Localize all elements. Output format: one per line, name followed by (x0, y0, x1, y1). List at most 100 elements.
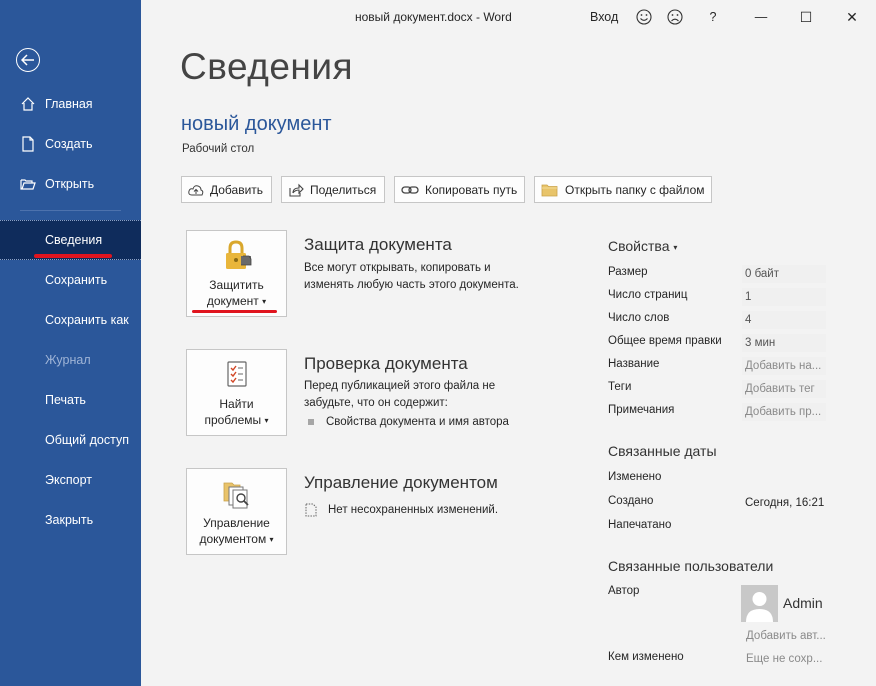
manage-document-icon (223, 482, 249, 509)
nav-close-label: Закрыть (45, 513, 94, 527)
share-icon (289, 183, 304, 197)
author-label: Автор (608, 585, 640, 597)
nav-print-label: Печать (45, 393, 86, 407)
properties-dropdown[interactable]: Свойства ▾ (608, 238, 677, 254)
nav-save-as[interactable]: Сохранить как (0, 300, 141, 340)
upload-button[interactable]: Добавить (181, 176, 272, 203)
manage-label-line2: документом (199, 532, 267, 546)
nav-new[interactable]: Создать (0, 124, 141, 164)
nav-print[interactable]: Печать (0, 380, 141, 420)
date-value-created: Сегодня, 16:21 (745, 497, 825, 509)
protect-desc-line2: изменять любую часть этого документа. (304, 278, 519, 291)
nav-history[interactable]: Журнал (0, 340, 141, 380)
date-label-created: Создано (608, 495, 654, 507)
add-author-input[interactable]: Добавить авт... (743, 627, 827, 645)
nav-save-label: Сохранить (45, 273, 108, 287)
back-arrow-icon[interactable] (16, 48, 40, 72)
document-dotted-icon (305, 503, 317, 517)
prop-comments-input[interactable]: Добавить пр... (742, 403, 826, 421)
link-icon (401, 185, 419, 194)
prop-label-title: Название (608, 358, 660, 370)
window-title: новый документ.docx - Word (355, 10, 512, 24)
nav-close[interactable]: Закрыть (0, 500, 141, 540)
nav-history-label: Журнал (45, 353, 91, 367)
protect-title: Защита документа (304, 235, 452, 254)
prop-label-words: Число слов (608, 312, 670, 324)
manage-title: Управление документом (304, 473, 498, 492)
bullet-square-icon (308, 418, 314, 425)
protect-label-line2: документ (206, 294, 259, 308)
document-path: Рабочий стол (182, 143, 255, 155)
share-label: Поделиться (310, 182, 377, 197)
signin-link[interactable]: Вход (590, 6, 618, 28)
folder-icon (541, 184, 558, 196)
dropdown-caret-icon: ▾ (673, 242, 678, 252)
date-label-modified: Изменено (608, 471, 662, 483)
inspect-bullet: Свойства документа и имя автора (308, 414, 509, 431)
lock-icon (225, 240, 251, 269)
nav-save-as-label: Сохранить как (45, 313, 129, 327)
nav-export-label: Экспорт (45, 473, 92, 487)
inspect-description: Перед публикацией этого файла не забудьт… (304, 378, 495, 411)
nav-open[interactable]: Открыть (0, 164, 141, 204)
upload-label: Добавить (210, 182, 264, 197)
check-issues-button[interactable]: Найти проблемы ▾ (186, 349, 287, 436)
prop-label-pages: Число страниц (608, 289, 688, 301)
help-button[interactable]: ? (706, 6, 720, 28)
new-document-icon (22, 136, 34, 152)
modified-by-label: Кем изменено (608, 651, 684, 663)
protect-desc-line1: Все могут открывать, копировать и (304, 262, 491, 274)
frown-icon[interactable] (665, 6, 685, 28)
cloud-upload-icon (188, 184, 204, 195)
page-title: Сведения (180, 46, 354, 87)
nav-open-label: Открыть (45, 177, 95, 191)
smile-icon[interactable] (634, 6, 654, 28)
check-issues-label-line1: Найти (219, 397, 254, 411)
nav-new-label: Создать (45, 137, 93, 151)
prop-title-input[interactable]: Добавить на... (742, 357, 826, 375)
nav-separator (20, 210, 121, 211)
backstage-sidebar: Главная Создать Открыть Сведения Сохрани… (0, 0, 141, 686)
nav-share[interactable]: Общий доступ (0, 420, 141, 460)
nav-save[interactable]: Сохранить (0, 260, 141, 300)
inspect-desc-line1: Перед публикацией этого файла не (304, 380, 496, 392)
manage-note: Нет несохраненных изменений. (304, 502, 498, 519)
manage-document-button[interactable]: Управление документом ▾ (186, 468, 287, 555)
prop-label-comments: Примечания (608, 404, 675, 416)
inspect-document-icon (226, 361, 247, 387)
inspect-desc-line2: забудьте, что он содержит: (304, 396, 448, 409)
avatar (741, 585, 778, 622)
open-folder-label: Открыть папку с файлом (565, 182, 705, 197)
modified-by-value: Еще не сохр... (746, 653, 823, 665)
manage-document-label: Управление документом ▾ (199, 515, 273, 548)
inspect-bullet-text: Свойства документа и имя автора (326, 416, 509, 428)
protect-label-line1: Защитить (209, 278, 264, 292)
nav-export[interactable]: Экспорт (0, 460, 141, 500)
manage-note-text: Нет несохраненных изменений. (328, 504, 499, 516)
user-silhouette-icon (746, 592, 773, 622)
prop-value-size: 0 байт (742, 265, 826, 283)
prop-label-edit-time: Общее время правки (608, 335, 722, 347)
share-button[interactable]: Поделиться (281, 176, 385, 203)
protect-document-button[interactable]: Защитить документ ▾ (186, 230, 287, 317)
nav-info-label: Сведения (45, 233, 103, 247)
prop-label-tags: Теги (608, 381, 632, 393)
close-button[interactable]: ✕ (844, 6, 860, 28)
home-icon (21, 97, 35, 111)
author-name[interactable]: Admin (783, 595, 823, 611)
check-issues-label-line2: проблемы (204, 413, 262, 427)
dropdown-caret-icon: ▾ (264, 415, 269, 425)
copy-path-button[interactable]: Копировать путь (394, 176, 525, 203)
nav-home[interactable]: Главная (0, 84, 141, 124)
nav-share-label: Общий доступ (45, 433, 129, 447)
maximize-button[interactable]: ☐ (798, 6, 814, 28)
prop-tags-input[interactable]: Добавить тег (742, 380, 826, 398)
annotation-underline-protect (192, 310, 277, 313)
open-folder-button[interactable]: Открыть папку с файлом (534, 176, 712, 203)
dropdown-caret-icon: ▾ (269, 534, 274, 544)
related-people-heading: Связанные пользователи (608, 558, 774, 574)
prop-label-size: Размер (608, 266, 648, 278)
open-folder-icon (20, 179, 36, 190)
minimize-button[interactable]: — (753, 6, 769, 28)
annotation-underline (34, 254, 112, 258)
